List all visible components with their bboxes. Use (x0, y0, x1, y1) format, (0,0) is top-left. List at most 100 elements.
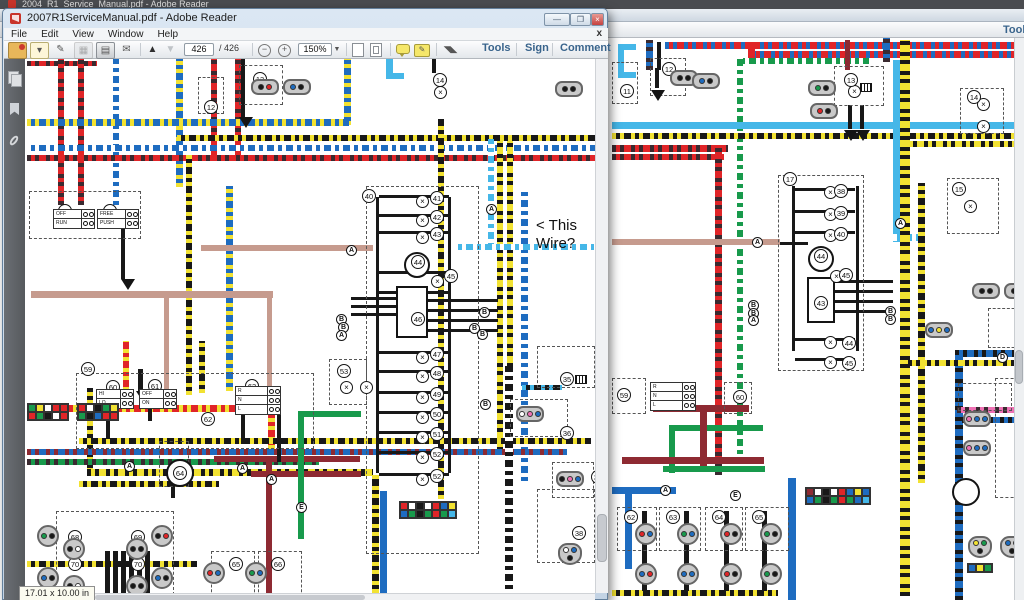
wire-letter: A (895, 218, 906, 229)
wire (918, 183, 925, 483)
connector-round-icon (760, 563, 782, 585)
wire (788, 478, 796, 600)
component-number: 40 (362, 189, 376, 203)
menu-help[interactable]: Help (150, 28, 185, 41)
email-icon[interactable]: ✉ (118, 42, 135, 57)
component-number: 64 (173, 466, 187, 480)
background-scrollbar-thumb[interactable] (1015, 350, 1023, 384)
connector-round-icon (720, 563, 742, 585)
compose-icon[interactable]: ✎ (52, 42, 69, 57)
wire (79, 481, 219, 487)
close-button[interactable]: × (591, 13, 604, 26)
scrollbar-thumb[interactable] (95, 595, 365, 600)
vertical-scrollbar[interactable] (595, 59, 608, 593)
menu-window[interactable]: Window (101, 28, 151, 41)
connector-round-icon (203, 562, 225, 584)
scroll-mode-icon[interactable] (352, 43, 364, 57)
bulb-icon: × (360, 381, 373, 394)
bulb-icon: × (416, 214, 429, 227)
ground-arrow-icon (856, 130, 870, 141)
connector-pin-strip (27, 403, 69, 421)
wire (386, 73, 404, 79)
zoom-out-icon[interactable]: − (256, 42, 273, 57)
connector-round-icon (126, 538, 148, 560)
previous-page-icon[interactable]: ▲ (144, 42, 161, 57)
sign-button[interactable]: Sign (525, 42, 549, 54)
wire (883, 38, 890, 62)
wiring-diagram-2004: ××××××××××111213173839404445434445596062… (612, 38, 1014, 600)
connector-round-icon (126, 575, 148, 593)
connector-round-icon (245, 562, 267, 584)
bulb-icon: × (416, 195, 429, 208)
page-thumbnails-icon[interactable] (8, 71, 21, 85)
zoom-dropdown-icon[interactable]: ▼ (332, 42, 342, 57)
zoom-level-input[interactable]: 150% (298, 43, 332, 56)
background-vertical-scrollbar[interactable] (1014, 38, 1024, 600)
wire (612, 133, 1014, 139)
resistor-icon (575, 375, 587, 384)
tools-button[interactable]: Tools (482, 42, 511, 54)
front-window-title: 2007R1ServiceManual.pdf - Adobe Reader (27, 12, 237, 24)
bookmarks-icon[interactable] (8, 103, 21, 117)
comment-button[interactable]: Comment (560, 42, 611, 54)
component-number: 62 (201, 412, 215, 426)
component-box (995, 378, 1014, 498)
zoom-in-icon[interactable]: + (276, 42, 293, 57)
fit-page-icon[interactable] (370, 43, 382, 57)
front-window-titlebar[interactable]: 2007R1ServiceManual.pdf - Adobe Reader (3, 9, 607, 28)
annotation-text: < This Wire? (536, 217, 577, 253)
connector-pin-strip (967, 563, 993, 573)
document-size-tooltip: 17.01 x 10.00 in (19, 586, 95, 600)
close-document-icon[interactable]: x (596, 28, 602, 40)
horizontal-scrollbar[interactable] (25, 593, 595, 600)
comment-bubble-icon[interactable] (396, 44, 410, 54)
bulb-icon: × (340, 381, 353, 394)
wire (58, 59, 64, 205)
component-number: 41 (430, 191, 444, 205)
connector-pin-strip (77, 403, 119, 421)
wire-letter: A (752, 237, 763, 248)
wire (905, 141, 1014, 147)
component-number: 52 (430, 447, 444, 461)
wire (488, 139, 494, 251)
connector-round-icon (760, 523, 782, 545)
bulb-icon: × (431, 275, 444, 288)
expand-panes-icon[interactable]: ◥◣ (442, 42, 459, 57)
component-number: 35 (560, 372, 574, 386)
component-number: 50 (430, 407, 444, 421)
save-icon[interactable]: ▦ (74, 42, 93, 59)
page-number-input[interactable]: 426 (184, 43, 214, 56)
component-number: 36 (560, 426, 574, 440)
bulb-icon: × (434, 86, 447, 99)
sign-pen-icon[interactable]: ✎ (414, 44, 430, 57)
menu-view[interactable]: View (65, 28, 101, 41)
wire-letter: A (124, 461, 135, 472)
wire (848, 105, 852, 129)
wire-letter: B (477, 329, 488, 340)
attachments-icon[interactable] (8, 135, 21, 149)
open-icon[interactable] (8, 42, 27, 59)
toolbar: ▾ ✎ ▦ ▤ ✉ ▲ ▼ 426 / 426 − + 150% ▼ ✎ ◥◣ … (4, 41, 608, 59)
minimize-button[interactable]: — (544, 13, 570, 26)
menu-edit[interactable]: Edit (34, 28, 65, 41)
wire-letter: B (885, 314, 896, 325)
ground-arrow-icon (121, 279, 135, 290)
component-number: 49 (430, 387, 444, 401)
connector-oval-icon (283, 79, 311, 95)
screen: 2004_R1_Service_Manual.pdf - Adobe Reade… (0, 0, 1024, 600)
menu-file[interactable]: File (4, 28, 34, 41)
connector-tri-icon (1000, 536, 1014, 558)
print-icon[interactable]: ▤ (96, 42, 115, 59)
scrollbar-thumb[interactable] (597, 514, 607, 562)
wire (618, 44, 636, 50)
background-tools-button[interactable]: Tools (1003, 24, 1024, 36)
component-number: 14 (967, 90, 981, 104)
convert-icon[interactable]: ▾ (30, 42, 49, 59)
component-number: 53 (337, 364, 351, 378)
component-number: 45 (444, 269, 458, 283)
connector-round-icon (37, 525, 59, 547)
bulb-icon: × (416, 411, 429, 424)
next-page-icon[interactable]: ▼ (162, 42, 179, 57)
restore-button[interactable]: ❐ (570, 13, 591, 26)
wire (31, 291, 273, 298)
